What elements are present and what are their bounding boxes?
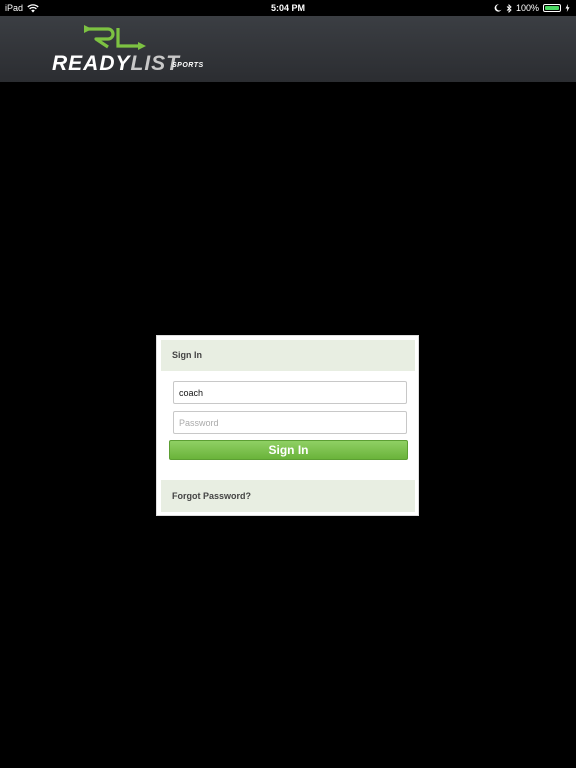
readylist-logo: READYLIST SPORTS [50, 22, 210, 78]
logo-mark-icon [84, 25, 146, 50]
status-time: 5:04 PM [270, 3, 305, 13]
sign-in-button[interactable]: Sign In [169, 440, 408, 460]
sign-in-heading: Sign In [161, 340, 415, 371]
battery-level [545, 6, 559, 10]
username-field[interactable] [173, 381, 407, 404]
sign-in-panel: Sign In Sign In Forgot Password? [156, 335, 419, 516]
battery-percent: 100% [515, 3, 539, 13]
password-field[interactable] [173, 411, 407, 434]
logo-sports: SPORTS [172, 62, 204, 69]
app-header: READYLIST SPORTS [0, 16, 576, 82]
battery-icon [543, 4, 561, 12]
status-bar: iPad 5:04 PM 100% [0, 0, 576, 16]
status-right: 100% [494, 0, 570, 16]
bluetooth-icon [506, 3, 512, 13]
moon-icon [494, 4, 502, 12]
logo-wordmark: READYLIST [52, 52, 180, 76]
charging-icon [565, 4, 570, 12]
forgot-password-link[interactable]: Forgot Password? [161, 480, 415, 512]
logo-ready: READY [52, 52, 131, 75]
